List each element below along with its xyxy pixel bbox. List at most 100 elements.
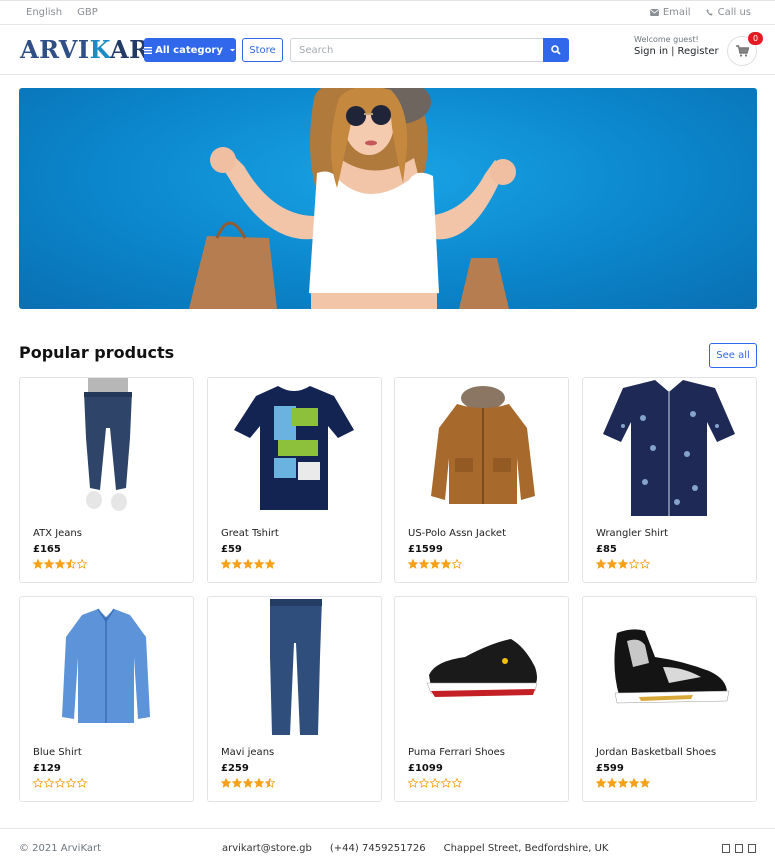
rating-stars — [596, 778, 650, 788]
currency-selector[interactable]: GBP — [77, 7, 98, 18]
product-price: £165 — [33, 544, 61, 555]
product-image[interactable] — [208, 597, 381, 737]
all-category-button[interactable]: All category — [144, 38, 236, 62]
all-category-label: All category — [155, 44, 223, 56]
social-links — [722, 844, 756, 853]
sign-in-link[interactable]: Sign in — [634, 46, 668, 57]
star-full-icon — [232, 559, 242, 569]
jeans-image — [84, 378, 132, 511]
rating-stars — [221, 559, 275, 569]
product-card[interactable]: ATX Jeans £165 — [19, 377, 194, 583]
product-price: £85 — [596, 544, 617, 555]
footer-contact: arvikart@store.gb (+44) 7459251726 Chapp… — [222, 843, 609, 854]
see-all-button[interactable]: See all — [709, 343, 757, 368]
caret-down-icon — [229, 48, 235, 51]
star-full-icon — [254, 778, 264, 788]
social-icon[interactable] — [722, 844, 730, 853]
star-full-icon — [618, 559, 628, 569]
star-full-icon — [441, 559, 451, 569]
welcome-text: Welcome guest! — [634, 35, 699, 44]
product-price: £599 — [596, 763, 624, 774]
product-image[interactable] — [208, 378, 381, 518]
footer-email[interactable]: arvikart@store.gb — [222, 843, 312, 854]
star-empty-icon — [77, 559, 87, 569]
rating-stars — [408, 559, 462, 569]
star-full-icon — [640, 778, 650, 788]
register-link[interactable]: Register — [677, 46, 718, 57]
star-full-icon — [243, 559, 253, 569]
product-image[interactable] — [583, 378, 756, 518]
star-full-icon — [419, 559, 429, 569]
mavi-jeans-image — [270, 599, 322, 735]
search-input[interactable] — [290, 38, 543, 62]
language-selector[interactable]: English — [26, 7, 62, 18]
product-image[interactable] — [20, 378, 193, 518]
phone-icon — [705, 9, 713, 16]
star-full-icon — [232, 778, 242, 788]
store-button[interactable]: Store — [242, 38, 283, 62]
star-full-icon — [618, 778, 628, 788]
star-full-icon — [408, 559, 418, 569]
star-full-icon — [596, 778, 606, 788]
product-name[interactable]: ATX Jeans — [33, 528, 82, 539]
rating-stars — [33, 559, 87, 569]
star-full-icon — [430, 559, 440, 569]
product-card[interactable]: Great Tshirt £59 — [207, 377, 382, 583]
auth-separator: | — [671, 46, 675, 57]
star-full-icon — [265, 559, 275, 569]
product-name[interactable]: Mavi jeans — [221, 747, 274, 758]
star-half-icon — [265, 778, 275, 788]
star-full-icon — [243, 778, 253, 788]
section-title: Popular products — [19, 343, 175, 362]
star-empty-icon — [66, 778, 76, 788]
star-empty-icon — [430, 778, 440, 788]
social-icon[interactable] — [748, 844, 756, 853]
star-empty-icon — [640, 559, 650, 569]
product-card[interactable]: Blue Shirt £129 — [19, 596, 194, 802]
rating-stars — [596, 559, 650, 569]
envelope-icon — [649, 9, 659, 16]
product-price: £1099 — [408, 763, 443, 774]
hero-banner[interactable] — [19, 88, 757, 309]
cart-count-badge: 0 — [748, 32, 763, 45]
product-card[interactable]: Puma Ferrari Shoes £1099 — [394, 596, 569, 802]
email-link[interactable]: Email — [649, 7, 691, 18]
product-card[interactable]: Wrangler Shirt £85 — [582, 377, 757, 583]
product-card[interactable]: Mavi jeans £259 — [207, 596, 382, 802]
product-image[interactable] — [20, 597, 193, 737]
product-image[interactable] — [395, 597, 568, 737]
auth-links: Sign in | Register — [634, 46, 719, 57]
product-image[interactable] — [395, 378, 568, 518]
rating-stars — [408, 778, 462, 788]
call-label: Call us — [717, 7, 751, 18]
call-link[interactable]: Call us — [705, 7, 751, 18]
search-button[interactable] — [543, 38, 569, 62]
menu-icon — [144, 46, 153, 54]
product-name[interactable]: Jordan Basketball Shoes — [596, 747, 716, 758]
product-card[interactable]: Jordan Basketball Shoes £599 — [582, 596, 757, 802]
product-price: £59 — [221, 544, 242, 555]
rating-stars — [221, 778, 275, 788]
site-footer: © 2021 ArviKart arvikart@store.gb (+44) … — [0, 828, 775, 867]
main-header: ARVIKART All category Store Welcome gues… — [0, 25, 775, 75]
product-card[interactable]: US-Polo Assn Jacket £1599 — [394, 377, 569, 583]
product-name[interactable]: Puma Ferrari Shoes — [408, 747, 505, 758]
social-icon[interactable] — [735, 844, 743, 853]
star-full-icon — [254, 559, 264, 569]
product-name[interactable]: Blue Shirt — [33, 747, 82, 758]
product-price: £129 — [33, 763, 61, 774]
footer-phone[interactable]: (+44) 7459251726 — [330, 843, 426, 854]
rating-stars — [33, 778, 87, 788]
star-empty-icon — [408, 778, 418, 788]
basketball-shoe-image — [614, 629, 730, 704]
product-image[interactable] — [583, 597, 756, 737]
product-name[interactable]: Wrangler Shirt — [596, 528, 668, 539]
star-empty-icon — [77, 778, 87, 788]
star-empty-icon — [55, 778, 65, 788]
product-name[interactable]: US-Polo Assn Jacket — [408, 528, 506, 539]
tshirt-image — [234, 386, 354, 510]
star-empty-icon — [419, 778, 429, 788]
product-name[interactable]: Great Tshirt — [221, 528, 279, 539]
top-bar: English GBP Email Call us — [0, 0, 775, 25]
footer-address: Chappel Street, Bedfordshire, UK — [443, 843, 609, 854]
